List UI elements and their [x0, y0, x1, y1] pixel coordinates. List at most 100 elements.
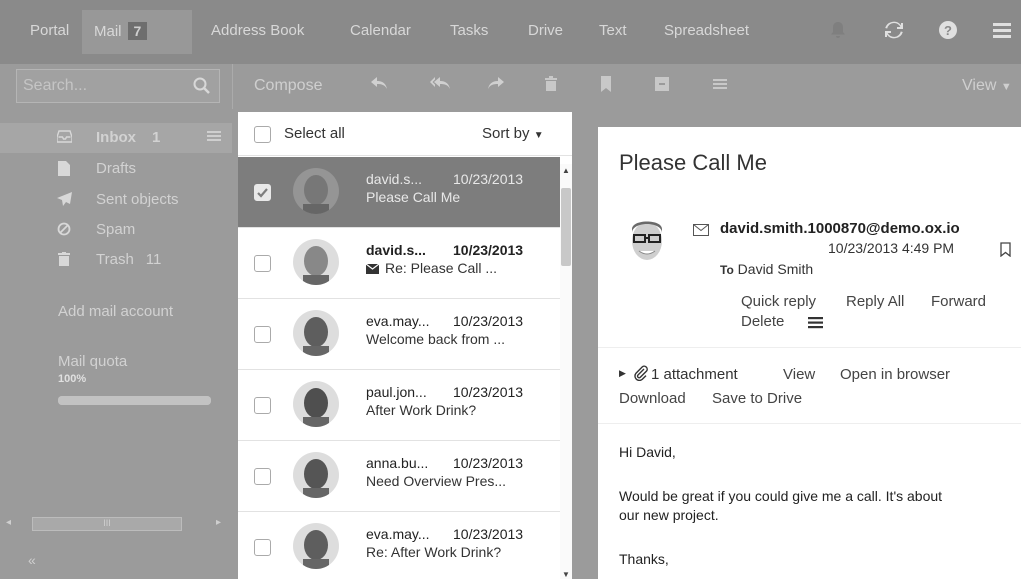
- nav-text[interactable]: Text: [599, 22, 627, 39]
- sort-by-dropdown[interactable]: Sort by ▼: [482, 125, 544, 142]
- reply-icon[interactable]: [370, 75, 388, 96]
- folder-options-icon[interactable]: [206, 129, 222, 146]
- reply-all-icon[interactable]: [430, 75, 450, 96]
- folder-trash-label: Trash: [96, 251, 134, 268]
- delete-link[interactable]: Delete: [741, 313, 784, 330]
- divider: [598, 347, 1021, 348]
- recipient-name[interactable]: David Smith: [738, 261, 813, 277]
- nav-drive[interactable]: Drive: [528, 22, 563, 39]
- refresh-icon[interactable]: [882, 18, 906, 42]
- contact-avatar: [293, 168, 339, 214]
- row-subject: Please Call Me: [366, 189, 461, 205]
- row-checkbox[interactable]: [254, 326, 271, 343]
- nav-portal[interactable]: Portal: [30, 22, 69, 39]
- scroll-down-icon[interactable]: ▼: [562, 570, 570, 579]
- sender-email[interactable]: david.smith.1000870@demo.ox.io: [720, 220, 960, 237]
- folder-drafts[interactable]: Drafts: [96, 160, 136, 177]
- nav-tasks[interactable]: Tasks: [450, 22, 488, 39]
- add-mail-account-link[interactable]: Add mail account: [58, 303, 173, 320]
- folder-inbox[interactable]: Inbox 1: [96, 129, 160, 146]
- body-line: Would be great if you could give me a ca…: [619, 488, 943, 504]
- mail-row[interactable]: david.s... 10/23/2013 Please Call Me: [238, 157, 560, 228]
- divider: [598, 423, 1021, 424]
- folder-sent[interactable]: Sent objects: [96, 191, 179, 208]
- compose-button[interactable]: Compose: [254, 77, 322, 95]
- mail-unread-badge: 7: [127, 22, 148, 40]
- quick-reply-link[interactable]: Quick reply: [741, 293, 816, 310]
- delete-icon[interactable]: [544, 76, 558, 97]
- row-checkbox[interactable]: [254, 397, 271, 414]
- row-date: 10/23/2013: [453, 455, 524, 471]
- folder-sidebar: Inbox 1 Drafts Sent objects Spam Trash 11 …: [0, 109, 232, 579]
- save-to-drive-link[interactable]: Save to Drive: [712, 390, 802, 407]
- more-menu-icon[interactable]: [712, 76, 728, 97]
- row-subject: Re: Please Call ...: [365, 260, 498, 276]
- scrollbar-grip: III: [103, 518, 111, 528]
- scroll-left-icon[interactable]: ◂: [6, 517, 11, 528]
- row-checkbox[interactable]: [254, 184, 271, 201]
- scrollbar-thumb[interactable]: III: [32, 517, 182, 531]
- view-label: View: [962, 77, 997, 94]
- mail-datetime: 10/23/2013 4:49 PM: [828, 240, 955, 256]
- row-subject: Welcome back from ...: [366, 331, 506, 347]
- menu-icon[interactable]: [990, 18, 1014, 42]
- top-navigation: Portal Mail 7 Address Book Calendar Tasks…: [0, 0, 1021, 64]
- mail-detail: Please Call Me david.smith.1000870@demo.…: [598, 127, 1021, 579]
- nav-address-book[interactable]: Address Book: [211, 22, 304, 39]
- mail-row[interactable]: anna.bu... 10/23/2013 Need Overview Pres..…: [238, 441, 560, 512]
- row-subject: After Work Drink?: [366, 402, 477, 418]
- download-link[interactable]: Download: [619, 390, 686, 407]
- scroll-up-icon[interactable]: ▲: [562, 166, 570, 175]
- folder-trash[interactable]: Trash 11: [96, 251, 161, 268]
- row-sender: paul.jon...: [366, 384, 427, 400]
- nav-spreadsheet[interactable]: Spreadsheet: [664, 22, 749, 39]
- archive-icon[interactable]: [654, 76, 670, 97]
- row-checkbox[interactable]: [254, 468, 271, 485]
- search-icon[interactable]: [193, 77, 211, 98]
- reply-all-link[interactable]: Reply All: [846, 293, 904, 310]
- attachment-view-link[interactable]: View: [783, 366, 815, 383]
- select-all-label[interactable]: Select all: [284, 125, 345, 142]
- mail-row[interactable]: eva.may... 10/23/2013 Re: After Work Drink…: [238, 512, 560, 579]
- mail-row[interactable]: david.s... 10/23/2013 Re: Please Call ...: [238, 228, 560, 299]
- recipient-line: To David Smith: [720, 261, 813, 277]
- expand-caret-icon[interactable]: ▶: [619, 368, 626, 379]
- mail-row[interactable]: paul.jon... 10/23/2013 After Work Drink?: [238, 370, 560, 441]
- nav-calendar[interactable]: Calendar: [350, 22, 411, 39]
- folder-spam[interactable]: Spam: [96, 221, 135, 238]
- row-date: 10/23/2013: [453, 242, 524, 258]
- row-date: 10/23/2013: [453, 313, 524, 329]
- view-dropdown[interactable]: View ▼: [962, 77, 1012, 95]
- bookmark-icon[interactable]: [1000, 242, 1011, 260]
- row-checkbox[interactable]: [254, 255, 271, 272]
- caret-down-icon: ▼: [1000, 81, 1012, 93]
- inbox-icon: [55, 130, 73, 146]
- scroll-right-icon[interactable]: ▸: [216, 517, 221, 528]
- search-input[interactable]: [17, 70, 187, 102]
- bell-icon[interactable]: [826, 18, 850, 42]
- paperclip-icon: [634, 365, 648, 384]
- svg-text:?: ?: [944, 23, 952, 38]
- row-checkbox[interactable]: [254, 539, 271, 556]
- contact-avatar: [293, 452, 339, 498]
- caret-down-icon: ▼: [533, 130, 544, 141]
- toolbar-separator: [232, 64, 233, 109]
- collapse-sidebar-icon[interactable]: «: [28, 552, 36, 568]
- scrollbar-thumb[interactable]: [561, 188, 571, 266]
- nav-mail[interactable]: Mail 7: [94, 22, 148, 40]
- help-icon[interactable]: ?: [936, 18, 960, 42]
- row-subject-text: Re: Please Call ...: [385, 260, 498, 276]
- forward-icon[interactable]: [487, 75, 505, 96]
- nav-mail-label: Mail: [94, 23, 122, 40]
- attachment-count[interactable]: 1 attachment: [651, 366, 738, 383]
- open-in-browser-link[interactable]: Open in browser: [840, 366, 950, 383]
- mail-list-scrollbar[interactable]: ▲ ▼: [560, 164, 572, 579]
- search-box[interactable]: [16, 69, 220, 103]
- trash-icon: [56, 252, 72, 269]
- flag-icon[interactable]: [600, 76, 612, 97]
- mail-row[interactable]: eva.may... 10/23/2013 Welcome back from ..…: [238, 299, 560, 370]
- more-actions-icon[interactable]: [808, 316, 823, 332]
- forward-link[interactable]: Forward: [931, 293, 986, 310]
- select-all-checkbox[interactable]: [254, 126, 271, 143]
- sidebar-horizontal-scrollbar[interactable]: ◂ III ▸: [0, 515, 232, 535]
